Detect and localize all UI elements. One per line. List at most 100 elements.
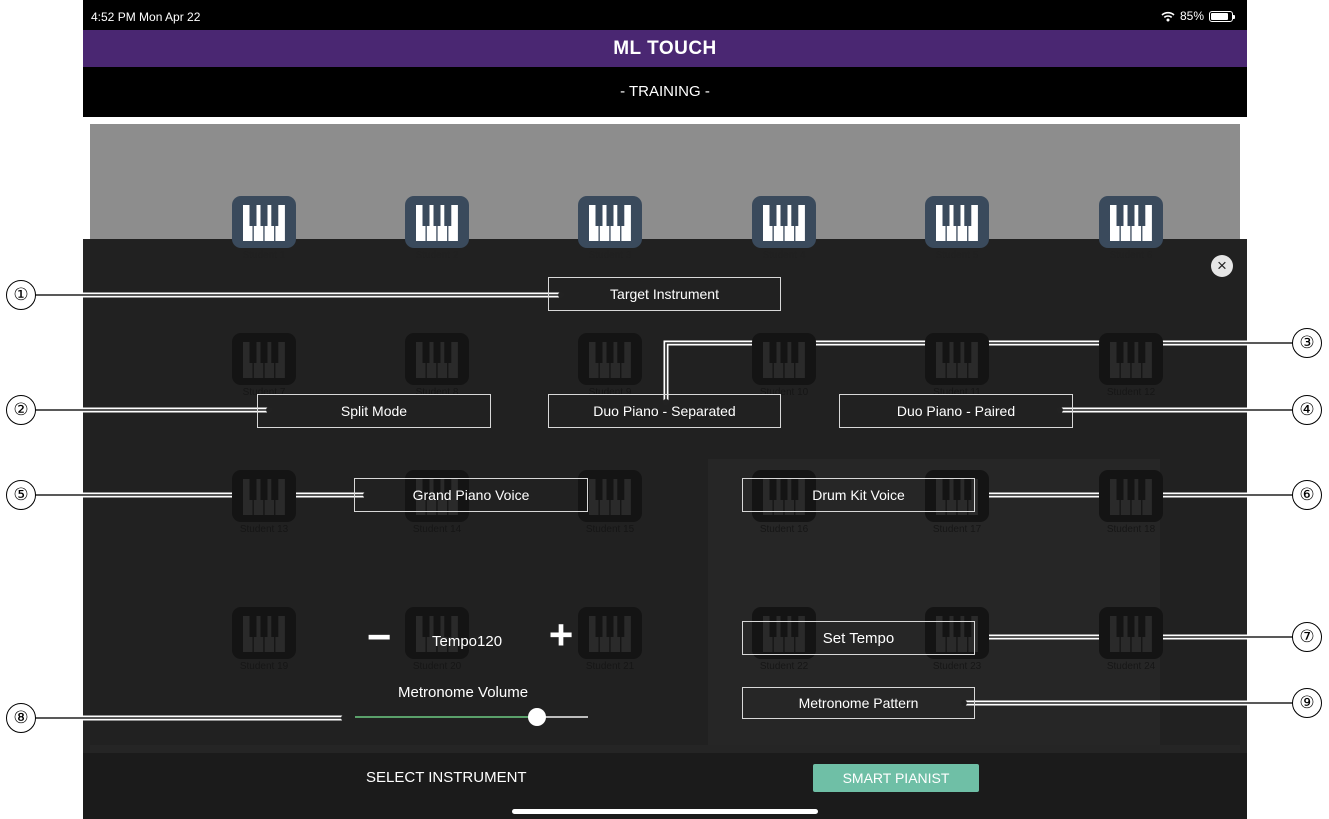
piano-keyboard-icon	[578, 333, 642, 385]
tempo-decrease-button[interactable]: −	[361, 616, 397, 658]
callout-5: ⑤	[6, 480, 36, 510]
piano-keys	[243, 205, 285, 241]
piano-keys	[589, 342, 631, 378]
piano-keys	[1110, 616, 1152, 652]
duo-piano-separated-button[interactable]: Duo Piano - Separated	[548, 394, 781, 428]
student-label: Student 6	[1109, 250, 1153, 261]
student-tile[interactable]: Student 6	[1081, 196, 1181, 261]
student-tile[interactable]: Student 8	[387, 333, 487, 398]
battery-percent: 85%	[1179, 9, 1204, 23]
tab-select-instrument[interactable]: SELECT INSTRUMENT	[366, 769, 527, 786]
student-label: Student 12	[1106, 387, 1156, 398]
piano-keyboard-icon	[578, 607, 642, 659]
piano-keys	[243, 342, 285, 378]
duo-piano-paired-button[interactable]: Duo Piano - Paired	[839, 394, 1073, 428]
piano-keyboard-icon	[232, 470, 296, 522]
piano-keyboard-icon	[925, 196, 989, 248]
student-tile[interactable]: Student 5	[907, 196, 1007, 261]
student-label: Student 19	[239, 661, 289, 672]
student-label: Student 17	[932, 524, 982, 535]
piano-keyboard-icon	[1099, 333, 1163, 385]
piano-keyboard-icon	[925, 333, 989, 385]
student-label: Student 13	[239, 524, 289, 535]
slider-thumb[interactable]	[527, 708, 546, 726]
piano-keyboard-icon	[1099, 607, 1163, 659]
battery-fill	[1211, 12, 1228, 20]
piano-keys	[1110, 342, 1152, 378]
target-instrument-button[interactable]: Target Instrument	[548, 277, 781, 311]
student-tile[interactable]: Student 11	[907, 333, 1007, 398]
student-label: Student 15	[585, 524, 635, 535]
drum-kit-voice-button[interactable]: Drum Kit Voice	[742, 478, 975, 512]
piano-keyboard-icon	[232, 196, 296, 248]
piano-keys	[936, 342, 978, 378]
piano-keyboard-icon	[1099, 470, 1163, 522]
piano-keyboard-icon	[578, 196, 642, 248]
student-label: Student 2	[415, 250, 459, 261]
student-tile[interactable]: Student 9	[560, 333, 660, 398]
status-time: 4:52 PM Mon Apr 22	[91, 10, 201, 24]
student-label: Student 16	[759, 524, 809, 535]
piano-keys	[1110, 479, 1152, 515]
piano-keyboard-icon	[405, 333, 469, 385]
student-label: Student 1	[242, 250, 286, 261]
metronome-volume-slider[interactable]	[355, 708, 588, 726]
piano-keys	[589, 479, 631, 515]
ipad-screen: 4:52 PM Mon Apr 22 85% ML TOUCH - TRAINI…	[83, 0, 1247, 819]
piano-keys	[416, 342, 458, 378]
student-label: Student 22	[759, 661, 809, 672]
student-tile[interactable]: Student 4	[734, 196, 834, 261]
student-label: Student 20	[412, 661, 462, 672]
student-tile[interactable]: Student 7	[214, 333, 314, 398]
student-tile[interactable]: Student 13	[214, 470, 314, 535]
student-tile[interactable]: Student 18	[1081, 470, 1181, 535]
student-label: Student 24	[1106, 661, 1156, 672]
student-tile[interactable]: Student 24	[1081, 607, 1181, 672]
student-label: Student 4	[762, 250, 806, 261]
student-label: Student 3	[588, 250, 632, 261]
status-right: 85%	[1161, 9, 1235, 23]
piano-keys	[243, 616, 285, 652]
piano-keys	[763, 205, 805, 241]
page-subtitle: - TRAINING -	[83, 67, 1247, 117]
home-indicator	[512, 809, 818, 814]
grand-piano-voice-button[interactable]: Grand Piano Voice	[354, 478, 588, 512]
metronome-pattern-button[interactable]: Metronome Pattern	[742, 687, 975, 719]
student-label: Student 5	[935, 250, 979, 261]
student-tile[interactable]: Student 19	[214, 607, 314, 672]
callout-1: ①	[6, 280, 36, 310]
split-mode-button[interactable]: Split Mode	[257, 394, 491, 428]
piano-keys	[589, 205, 631, 241]
status-bar: 4:52 PM Mon Apr 22 85%	[83, 0, 1247, 30]
tab-smart-pianist[interactable]: SMART PIANIST	[813, 764, 979, 792]
callout-7: ⑦	[1292, 622, 1322, 652]
piano-keys	[936, 205, 978, 241]
student-tile[interactable]: Student 3	[560, 196, 660, 261]
piano-keyboard-icon	[752, 196, 816, 248]
student-tile[interactable]: Student 1	[214, 196, 314, 261]
piano-keys	[416, 205, 458, 241]
callout-9: ⑨	[1292, 688, 1322, 718]
student-label: Student 21	[585, 661, 635, 672]
piano-keyboard-icon	[232, 607, 296, 659]
slider-fill	[355, 716, 537, 718]
metronome-volume-label: Metronome Volume	[398, 684, 529, 701]
piano-keys	[589, 616, 631, 652]
piano-keys	[1110, 205, 1152, 241]
app-title: ML TOUCH	[83, 30, 1247, 67]
piano-keys	[763, 342, 805, 378]
piano-keys	[243, 479, 285, 515]
set-tempo-button[interactable]: Set Tempo	[742, 621, 975, 655]
wifi-icon	[1161, 11, 1175, 21]
close-icon[interactable]: ×	[1211, 255, 1233, 277]
callout-4: ④	[1292, 395, 1322, 425]
piano-keyboard-icon	[752, 333, 816, 385]
tempo-increase-button[interactable]: +	[543, 614, 579, 656]
student-label: Student 23	[932, 661, 982, 672]
callout-8: ⑧	[6, 703, 36, 733]
callout-6: ⑥	[1292, 480, 1322, 510]
callout-2: ②	[6, 395, 36, 425]
student-tile[interactable]: Student 12	[1081, 333, 1181, 398]
student-tile[interactable]: Student 2	[387, 196, 487, 261]
student-tile[interactable]: Student 10	[734, 333, 834, 398]
